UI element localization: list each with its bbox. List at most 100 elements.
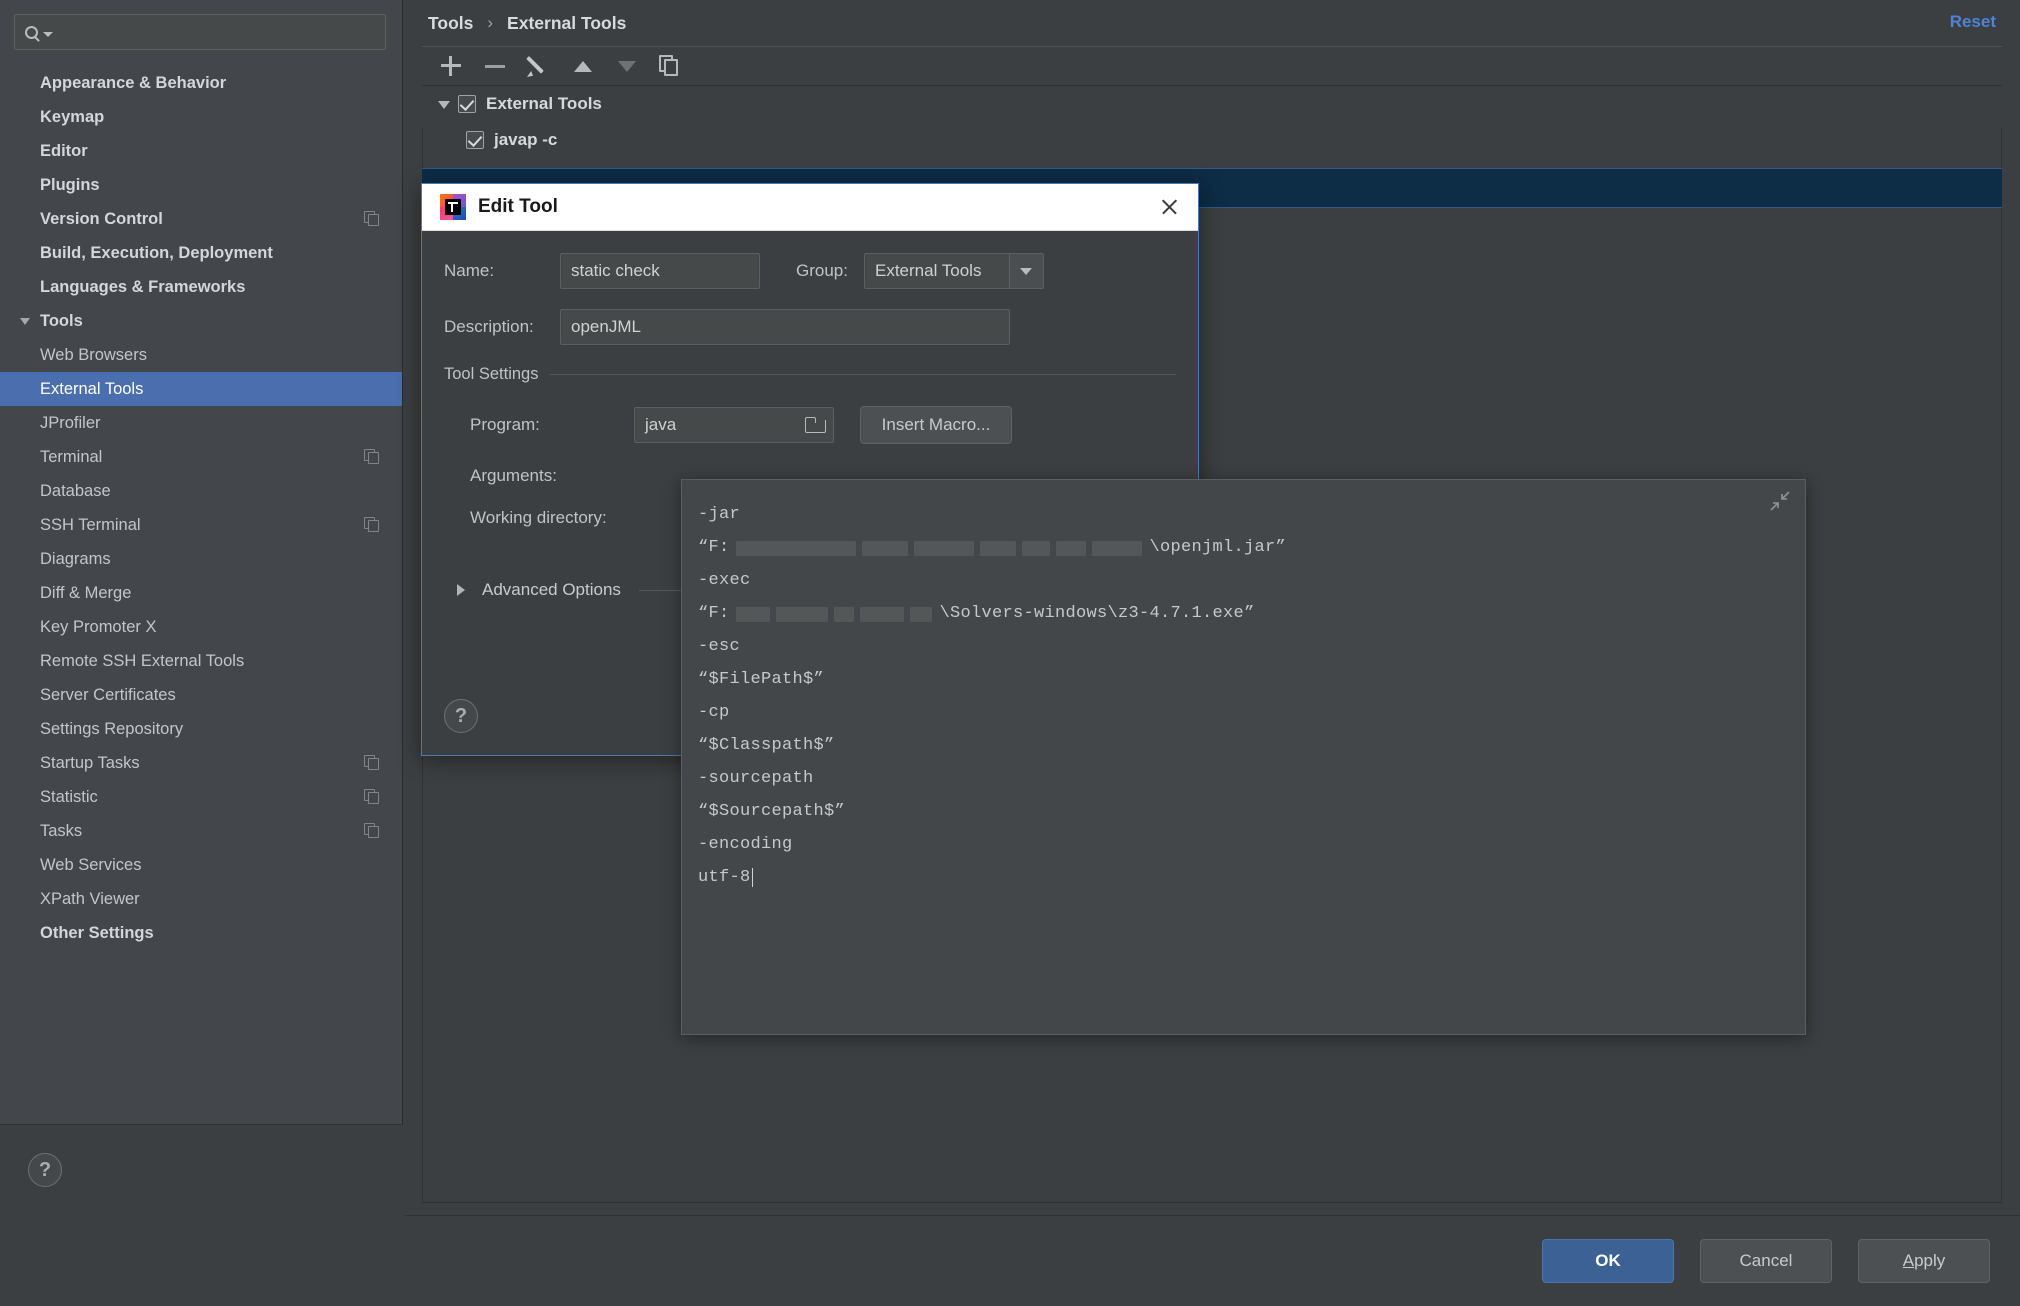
argument-text: -cp [698,703,730,722]
copy-icon[interactable] [364,755,380,771]
move-down-button[interactable] [614,53,640,79]
redacted-path-segment [859,607,904,622]
sidebar-item-label: Terminal [40,447,103,466]
sidebar-item-database[interactable]: Database [0,474,434,508]
folder-icon[interactable] [805,417,826,433]
sidebar-item-plugins[interactable]: Plugins [0,168,402,202]
redacted-path-segment [1021,541,1050,556]
sidebar-item-tasks[interactable]: Tasks [0,814,434,848]
sidebar-item-appearance-behavior[interactable]: Appearance & Behavior [0,66,438,100]
sidebar-item-external-tools[interactable]: External Tools [0,372,402,406]
search-box[interactable] [14,14,386,50]
argument-text: “F: [698,538,730,557]
copy-icon[interactable] [364,449,380,465]
sidebar-item-keymap[interactable]: Keymap [0,100,402,134]
sidebar-item-label: Web Browsers [40,345,147,364]
remove-tool-button[interactable] [482,53,508,79]
sidebar-item-remote-ssh-external-tools[interactable]: Remote SSH External Tools [0,644,402,678]
description-input[interactable]: openJML [560,309,1010,345]
sidebar-item-jprofiler[interactable]: JProfiler [0,406,402,440]
group-select[interactable]: External Tools [863,253,1044,289]
collapse-icon[interactable] [1769,490,1791,512]
help-button[interactable]: ? [28,1153,62,1187]
tool-group-row[interactable]: External Tools [422,86,2002,122]
argument-line: “F: \Solvers-windows\z3-4.7.1.exe” [698,597,1805,630]
search-wrapper [0,0,402,50]
chevron-down-icon[interactable] [436,95,454,113]
sidebar-item-tools[interactable]: Tools [0,304,402,338]
sidebar-item-other-settings[interactable]: Other Settings [0,916,438,950]
sidebar-item-xpath-viewer[interactable]: XPath Viewer [0,882,402,916]
chevron-down-icon[interactable] [18,313,34,329]
ok-button[interactable]: OK [1542,1239,1674,1283]
sidebar-item-web-services[interactable]: Web Services [0,848,402,882]
sidebar-item-build-execution-deployment[interactable]: Build, Execution, Deployment [0,236,438,270]
argument-text: “$Sourcepath$” [698,802,846,821]
sidebar-item-label: Startup Tasks [40,753,140,772]
text-caret [751,868,754,887]
sidebar-item-startup-tasks[interactable]: Startup Tasks [0,746,402,780]
insert-macro-button[interactable]: Insert Macro... [860,406,1012,444]
sidebar-item-label: Database [40,481,111,500]
sidebar-item-key-promoter-x[interactable]: Key Promoter X [0,610,402,644]
sidebar-item-label: XPath Viewer [40,889,140,908]
copy-tool-button[interactable] [658,53,684,79]
program-label: Program: [470,415,540,434]
dialog-help-button[interactable]: ? [444,699,478,733]
move-up-button[interactable] [570,53,596,79]
program-input[interactable]: java [634,407,834,443]
breadcrumb-parent[interactable]: Tools [428,13,473,34]
sidebar-item-ssh-terminal[interactable]: SSH Terminal [0,508,402,542]
sidebar-item-diff-merge[interactable]: Diff & Merge [0,576,434,610]
sidebar-item-web-browsers[interactable]: Web Browsers [0,338,402,372]
add-tool-button[interactable] [438,53,464,79]
name-input[interactable]: static check [560,253,760,289]
sidebar-item-settings-repository[interactable]: Settings Repository [0,712,402,746]
argument-text: -esc [698,637,741,656]
copy-icon[interactable] [364,517,380,533]
sidebar-footer: ? [0,1124,403,1215]
redacted-path-segment [909,607,932,622]
chevron-right-icon[interactable] [454,582,470,598]
arguments-textarea[interactable]: -jar “F: \openjml.jar” -exec “F: \Solvers-win… [682,480,1805,894]
sidebar-item-statistic[interactable]: Statistic [0,780,402,814]
edit-tool-button[interactable] [526,53,552,79]
name-label: Name: [444,261,495,280]
sidebar-item-terminal[interactable]: Terminal [0,440,402,474]
tool-item-checkbox[interactable] [466,131,484,149]
apply-button[interactable]: Apply [1858,1239,1990,1283]
copy-icon[interactable] [364,211,380,227]
redacted-path-segment [979,541,1016,556]
description-row: Description: openJML [444,309,1176,345]
chevron-down-icon[interactable] [1008,254,1043,288]
sidebar-item-editor[interactable]: Editor [0,134,438,168]
description-label: Description: [444,317,534,336]
group-label: Group: [796,261,848,280]
copy-icon[interactable] [364,789,380,805]
sidebar-item-diagrams[interactable]: Diagrams [0,542,402,576]
sidebar-item-label: Languages & Frameworks [40,277,246,296]
argument-text: -jar [698,505,741,524]
sidebar-item-server-certificates[interactable]: Server Certificates [0,678,402,712]
settings-category-tree: Appearance & Behavior Keymap Editor Plugins… [0,66,438,950]
cancel-button[interactable]: Cancel [1700,1239,1832,1283]
tool-group-checkbox[interactable] [458,95,476,113]
sidebar-item-label: Version Control [40,209,163,228]
working-directory-label: Working directory: [470,508,607,527]
reset-link[interactable]: Reset [1950,12,1996,32]
search-input[interactable] [53,23,385,41]
close-icon[interactable] [1152,190,1186,224]
copy-icon[interactable] [364,823,380,839]
arguments-editor-popup[interactable]: -jar “F: \openjml.jar” -exec “F: \Solvers-win… [681,479,1806,1035]
argument-line: utf-8 [698,861,1805,894]
sidebar-item-languages-frameworks[interactable]: Languages & Frameworks [0,270,438,304]
sidebar-item-version-control[interactable]: Version Control [0,202,438,236]
